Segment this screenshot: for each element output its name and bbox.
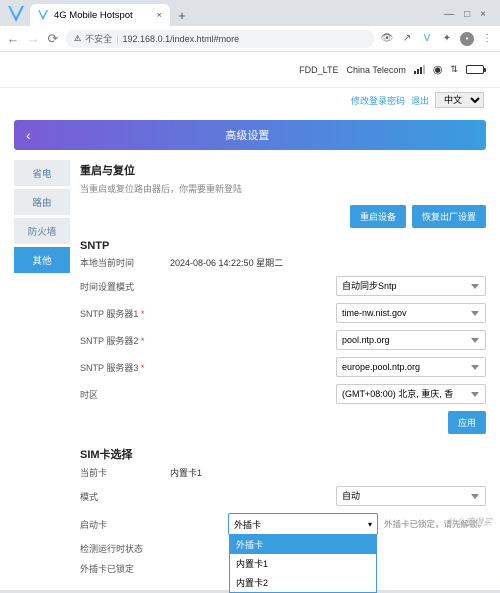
sntp-server1-select[interactable]: time-nw.nist.gov (336, 303, 486, 323)
insecure-label: 不安全 (85, 32, 112, 45)
nav-forward-icon: → (26, 31, 40, 46)
sidebar-item-other[interactable]: 其他 (14, 247, 70, 273)
network-mode: FDD_LTE (299, 65, 338, 75)
section-sim-title: SIM卡选择 (80, 446, 486, 462)
carrier-name: China Telecom (346, 65, 405, 75)
sim-mode-label: 模式 (80, 490, 170, 503)
section-sntp-title: SNTP (80, 240, 486, 252)
profile-icon[interactable]: • (460, 32, 474, 46)
new-tab-button[interactable]: + (174, 7, 190, 23)
sim-mode-select[interactable]: 自动 (336, 486, 486, 506)
language-select[interactable]: 中文 (435, 92, 484, 108)
page-title: 高级设置 (39, 127, 456, 143)
sidebar: 省电 路由 防火墙 其他 (14, 160, 70, 582)
updown-icon: ⇅ (450, 64, 458, 75)
boot-card-label: 启动卡 (80, 518, 170, 531)
section-reboot-subtitle: 当重启或复位路由器后，你需要重新登陆 (80, 182, 486, 195)
battery-icon (466, 65, 484, 74)
current-card-value: 内置卡1 (170, 466, 486, 479)
boot-card-options: 外插卡 内置卡1 内置卡2 (229, 535, 377, 593)
detect-state-label: 检测运行时状态 (80, 542, 170, 555)
window-minimize[interactable]: — (444, 9, 454, 20)
boot-card-option-internal2[interactable]: 内置卡2 (230, 573, 376, 592)
reboot-button[interactable]: 重启设备 (350, 205, 406, 228)
page-header: ‹ 高级设置 (14, 120, 486, 150)
browser-logo (8, 6, 24, 22)
sntp-server1-label: SNTP 服务器1 * (80, 307, 170, 320)
external-locked-label: 外插卡已锁定 (80, 562, 170, 575)
boot-card-option-external[interactable]: 外插卡 (230, 535, 376, 554)
time-mode-label: 时间设置模式 (80, 280, 170, 293)
window-close[interactable]: × (480, 9, 486, 20)
time-mode-select[interactable]: 自动同步Sntp (336, 276, 486, 296)
sidebar-item-power[interactable]: 省电 (14, 160, 70, 186)
address-bar[interactable]: ⚠ 不安全 | 192.168.0.1/index.html#more (66, 30, 374, 48)
sntp-server3-label: SNTP 服务器3 * (80, 361, 170, 374)
section-reboot-title: 重启与复位 (80, 162, 486, 178)
logout-link[interactable]: 退出 (411, 94, 429, 107)
nav-refresh-icon[interactable]: ⟳ (46, 31, 60, 47)
url-text: 192.168.0.1/index.html#more (123, 34, 240, 44)
extension-arrow-icon[interactable]: ↗ (400, 32, 414, 46)
menu-icon[interactable]: ⋮ (480, 32, 494, 46)
close-icon[interactable]: × (156, 10, 162, 21)
local-time-label: 本地当前时间 (80, 256, 170, 269)
tab-favicon (38, 10, 48, 20)
signal-icon (414, 65, 425, 74)
window-maximize[interactable]: □ (464, 9, 470, 20)
tab-title: 4G Mobile Hotspot (54, 10, 133, 21)
sntp-server3-select[interactable]: europe.pool.ntp.org (336, 357, 486, 377)
nav-back-icon[interactable]: ← (6, 31, 20, 46)
browser-tab[interactable]: 4G Mobile Hotspot × (30, 4, 170, 26)
factory-reset-button[interactable]: 恢复出厂设置 (412, 205, 486, 228)
extension-eye-icon[interactable]: 👁 (380, 32, 394, 46)
extension-puzzle-icon[interactable]: ✦ (440, 32, 454, 46)
apply-button[interactable]: 应用 (448, 411, 486, 434)
timezone-select[interactable]: (GMT+08:00) 北京, 重庆, 香 (336, 384, 486, 404)
extension-v-icon[interactable]: V (420, 32, 434, 46)
sntp-server2-select[interactable]: pool.ntp.org (336, 330, 486, 350)
boot-card-option-internal1[interactable]: 内置卡1 (230, 554, 376, 573)
chevron-down-icon: ▾ (368, 520, 372, 529)
back-icon[interactable]: ‹ (26, 127, 31, 143)
timezone-label: 时区 (80, 388, 170, 401)
insecure-icon: ⚠ (74, 34, 81, 43)
sntp-server2-label: SNTP 服务器2 * (80, 334, 170, 347)
sidebar-item-firewall[interactable]: 防火墙 (14, 218, 70, 244)
change-password-link[interactable]: 修改登录密码 (351, 94, 405, 107)
watermark: 什么值得买 (447, 515, 492, 528)
current-card-label: 当前卡 (80, 466, 170, 479)
wifi-icon: ◉ (433, 63, 443, 76)
local-time-value: 2024-08-06 14:22:50 星期二 (170, 256, 486, 269)
sidebar-item-route[interactable]: 路由 (14, 189, 70, 215)
